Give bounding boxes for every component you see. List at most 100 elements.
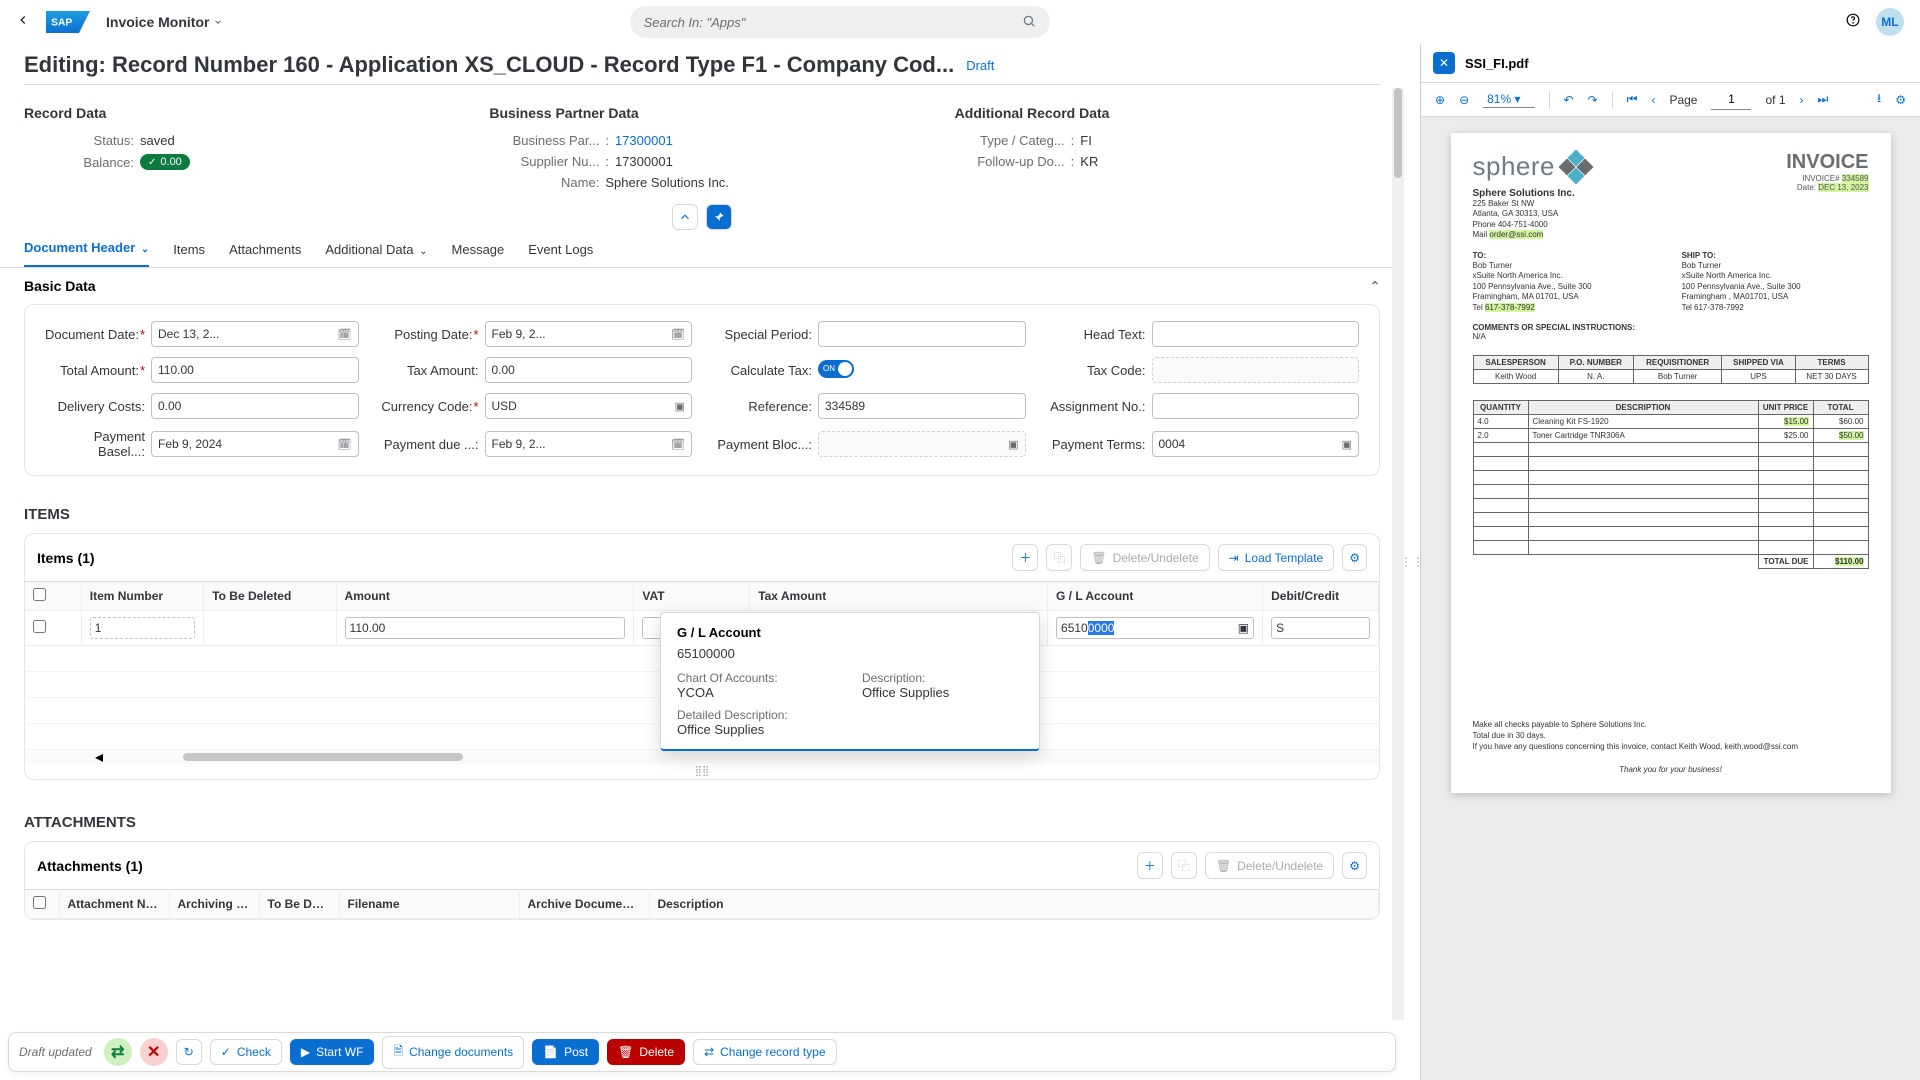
back-button[interactable]: [16, 13, 30, 32]
calculate-tax-toggle[interactable]: [818, 360, 1026, 381]
pdf-filename: SSI_FI.pdf: [1465, 56, 1529, 71]
vertical-scrollbar[interactable]: [1392, 88, 1404, 1020]
tax-code-input[interactable]: [1152, 357, 1360, 383]
page-title: Editing: Record Number 160 - Application…: [24, 52, 954, 78]
draft-status: Draft updated: [19, 1045, 92, 1059]
copy-attachment-button[interactable]: ⿻: [1171, 852, 1197, 879]
close-pdf-button[interactable]: ✕: [1433, 52, 1455, 74]
payment-terms-input[interactable]: 0004▣: [1152, 431, 1360, 457]
prev-page-icon[interactable]: ‹: [1651, 93, 1655, 107]
help-icon[interactable]: [1846, 13, 1860, 32]
start-wf-button[interactable]: ▶ Start WF: [290, 1039, 375, 1065]
tab-additional-data[interactable]: Additional Data ⌄: [325, 232, 427, 267]
accept-draft-button[interactable]: ⇄: [104, 1038, 132, 1066]
collapse-basic-data[interactable]: ⌃: [1370, 279, 1380, 293]
tab-message[interactable]: Message: [452, 232, 505, 267]
tax-amount-input[interactable]: 0.00: [485, 357, 693, 383]
total-amount-input[interactable]: 110.00: [151, 357, 359, 383]
refresh-button[interactable]: ↻: [176, 1039, 202, 1065]
copy-item-button[interactable]: ⿻: [1046, 544, 1072, 571]
record-data-heading: Record Data: [24, 105, 449, 121]
add-item-button[interactable]: ＋: [1012, 544, 1038, 571]
calendar-icon[interactable]: 🗓: [338, 438, 352, 451]
sap-logo: SAP: [46, 11, 90, 33]
status-value: saved: [140, 133, 175, 148]
row-checkbox[interactable]: [33, 620, 46, 633]
amount-cell[interactable]: 110.00: [345, 617, 626, 639]
undo-icon[interactable]: ↶: [1564, 93, 1574, 107]
head-text-input[interactable]: [1152, 321, 1360, 347]
delete-button[interactable]: 🗑 Delete: [607, 1039, 685, 1065]
collapse-header-button[interactable]: [672, 204, 698, 230]
add-attachment-button[interactable]: ＋: [1137, 852, 1163, 879]
change-documents-button[interactable]: 🗎 Change documents: [382, 1036, 524, 1069]
attachments-card-title: Attachments (1): [37, 858, 143, 874]
pin-header-button[interactable]: [706, 204, 732, 230]
tab-event-logs[interactable]: Event Logs: [528, 232, 593, 267]
value-help-icon[interactable]: ▣: [675, 400, 685, 413]
draft-indicator[interactable]: Draft: [966, 58, 994, 73]
delivery-costs-input[interactable]: 0.00: [151, 393, 359, 419]
select-all-checkbox[interactable]: [33, 588, 46, 601]
footer-toolbar: Draft updated ⇄ ✕ ↻ ✓ Check ▶ Start WF 🗎…: [8, 1032, 1396, 1072]
attachments-settings-button[interactable]: ⚙: [1342, 852, 1367, 879]
check-button[interactable]: ✓ Check: [210, 1039, 282, 1065]
search-icon: [1022, 14, 1036, 31]
calendar-icon[interactable]: 🗓: [671, 438, 685, 451]
change-record-type-button[interactable]: ⇄ Change record type: [693, 1039, 836, 1065]
chevron-down-icon: ⌄: [141, 244, 149, 255]
zoom-in-icon[interactable]: ⊕: [1435, 93, 1445, 107]
attachments-delete-undelete[interactable]: 🗑 Delete/Undelete: [1205, 852, 1334, 879]
zoom-select[interactable]: 81% ▾: [1483, 91, 1534, 108]
items-horizontal-scrollbar[interactable]: ◂: [25, 750, 1379, 764]
value-help-icon[interactable]: ▣: [1342, 438, 1352, 451]
global-search[interactable]: Search In: "Apps": [630, 6, 1050, 38]
page-number-input[interactable]: [1711, 90, 1751, 110]
payment-due-input[interactable]: Feb 9, 2...🗓: [485, 431, 693, 457]
zoom-out-icon[interactable]: ⊖: [1459, 93, 1469, 107]
calendar-icon[interactable]: 🗓: [671, 328, 685, 341]
item-number-cell[interactable]: 1: [90, 617, 195, 639]
first-page-icon[interactable]: ⏮: [1627, 92, 1638, 107]
redo-icon[interactable]: ↷: [1588, 93, 1598, 107]
basic-data-title: Basic Data: [24, 278, 96, 294]
currency-code-input[interactable]: USD▣: [485, 393, 693, 419]
download-icon[interactable]: ⭳: [1877, 89, 1881, 110]
document-date-input[interactable]: Dec 13, 2...🗓: [151, 321, 359, 347]
gl-account-flyout: G / L Account 65100000 Chart Of Accounts…: [660, 612, 1040, 751]
attachments-select-all[interactable]: [33, 896, 46, 909]
discard-draft-button[interactable]: ✕: [140, 1038, 168, 1066]
table-resize-grip[interactable]: ⣿⣿: [25, 764, 1379, 779]
post-button[interactable]: 📄 Post: [532, 1039, 599, 1065]
payment-baseline-input[interactable]: Feb 9, 2024🗓: [151, 431, 359, 457]
delete-undelete-button[interactable]: 🗑 Delete/Undelete: [1080, 544, 1209, 571]
debit-credit-cell[interactable]: S: [1271, 617, 1370, 639]
value-help-icon[interactable]: ▣: [1008, 438, 1018, 451]
tab-attachments[interactable]: Attachments: [229, 232, 301, 267]
pdf-settings-icon[interactable]: ⚙: [1895, 93, 1906, 107]
items-section-title: ITEMS: [0, 496, 1404, 529]
app-title[interactable]: Invoice Monitor: [106, 14, 223, 30]
payment-block-input[interactable]: ▣: [818, 431, 1026, 457]
reference-input[interactable]: 334589: [818, 393, 1026, 419]
special-period-input[interactable]: [818, 321, 1026, 347]
next-page-icon[interactable]: ›: [1800, 93, 1804, 107]
items-card-title: Items (1): [37, 550, 95, 566]
gl-account-cell[interactable]: 65100000▣: [1056, 617, 1254, 639]
sphere-logo: sphere: [1473, 151, 1592, 182]
addl-data-heading: Additional Record Data: [955, 105, 1380, 121]
assignment-no-input[interactable]: [1152, 393, 1360, 419]
pane-splitter[interactable]: ⋮⋮: [1404, 44, 1420, 1080]
bp-data-heading: Business Partner Data: [489, 105, 914, 121]
tab-items[interactable]: Items: [173, 232, 205, 267]
tab-document-header[interactable]: Document Header ⌄: [24, 230, 149, 267]
balance-badge: 0.00: [140, 154, 190, 170]
table-settings-button[interactable]: ⚙: [1342, 544, 1367, 571]
bp-link[interactable]: 17300001: [615, 133, 673, 148]
user-avatar[interactable]: ML: [1876, 8, 1904, 36]
last-page-icon[interactable]: ⏭: [1818, 92, 1829, 107]
load-template-button[interactable]: ⇥ Load Template: [1218, 544, 1335, 571]
chevron-down-icon: ⌄: [419, 246, 427, 257]
calendar-icon[interactable]: 🗓: [338, 328, 352, 341]
posting-date-input[interactable]: Feb 9, 2...🗓: [485, 321, 693, 347]
